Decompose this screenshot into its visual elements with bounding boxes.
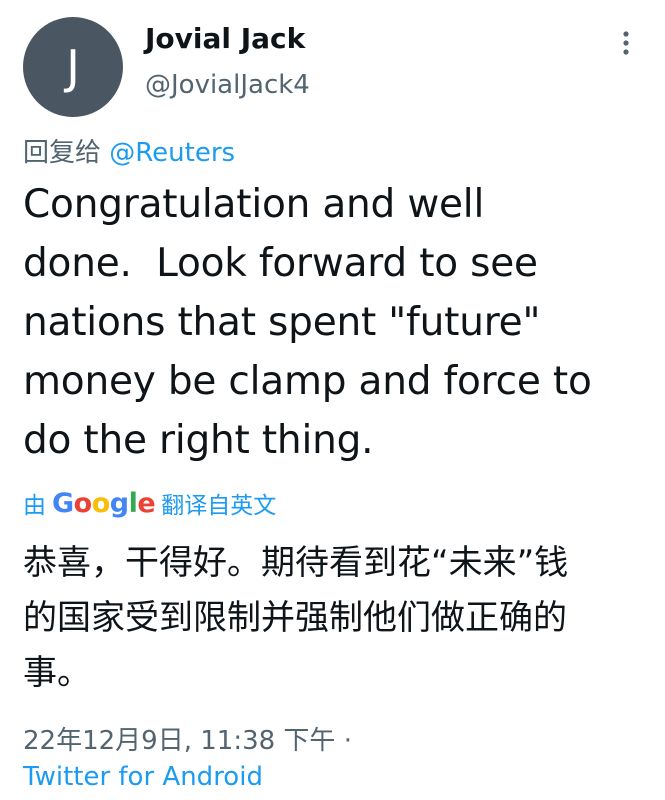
avatar-letter: J <box>66 40 80 94</box>
reply-context: 回复给 @Reuters <box>23 132 235 169</box>
translation-prefix: 由 <box>23 493 46 519</box>
google-logo: Google <box>52 487 156 519</box>
translation-suffix: 翻译自英文 <box>161 493 277 519</box>
reply-mention-link[interactable]: @Reuters <box>109 138 235 168</box>
avatar[interactable]: J <box>23 17 123 117</box>
tweet-source-link[interactable]: Twitter for Android <box>23 762 263 792</box>
author-handle[interactable]: @JovialJack4 <box>145 70 310 100</box>
tweet-timestamp[interactable]: 22年12月9日, 11:38 下午 · <box>23 720 352 757</box>
translation-attribution[interactable]: 由 Google 翻译自英文 <box>23 486 276 520</box>
more-vertical-icon[interactable] <box>611 28 641 58</box>
author-display-name[interactable]: Jovial Jack <box>145 22 305 55</box>
reply-prefix: 回复给 <box>23 138 102 168</box>
translated-text: 恭喜，干得好。期待看到花“未来”钱 的国家受到限制并强制他们做正确的 事。 <box>23 543 569 693</box>
tweet-text: Congratulation and well done. Look forwa… <box>23 182 592 463</box>
